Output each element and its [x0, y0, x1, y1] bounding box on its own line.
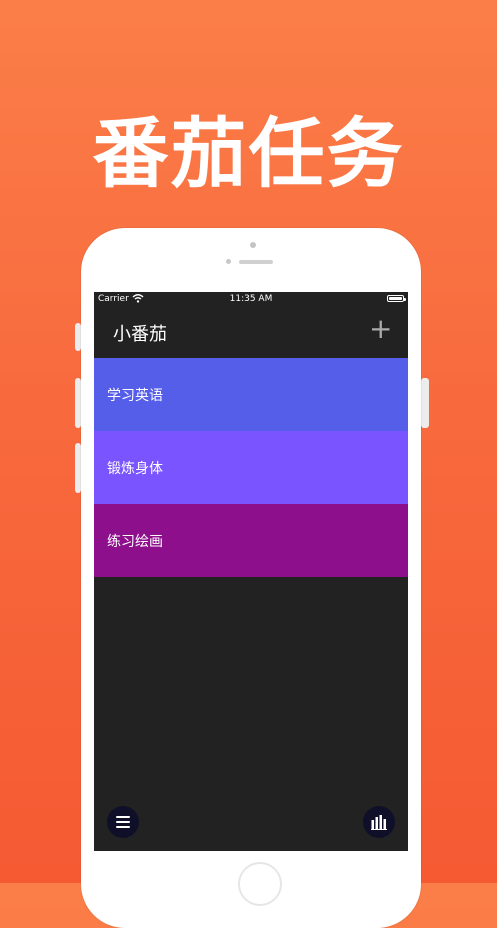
- app-screen: Carrier 11:35 AM 小番茄 + 学习英语 锻炼身体 练习绘画: [94, 292, 408, 851]
- menu-button[interactable]: [107, 806, 139, 838]
- task-item[interactable]: 学习英语: [94, 358, 408, 431]
- front-camera: [250, 242, 256, 248]
- promo-headline: 番茄任务: [92, 109, 405, 198]
- status-bar: Carrier 11:35 AM: [94, 292, 408, 308]
- task-item[interactable]: 锻炼身体: [94, 431, 408, 504]
- home-button: [238, 862, 282, 906]
- stats-button[interactable]: [363, 806, 395, 838]
- task-label: 练习绘画: [107, 533, 163, 550]
- proximity-sensor: [226, 259, 231, 264]
- nav-title: 小番茄: [113, 324, 167, 345]
- task-label: 学习英语: [107, 387, 163, 404]
- add-task-button[interactable]: +: [369, 315, 392, 343]
- hamburger-menu-icon: [116, 816, 130, 828]
- phone-power-button: [421, 378, 429, 428]
- task-label: 锻炼身体: [107, 460, 163, 477]
- task-item[interactable]: 练习绘画: [94, 504, 408, 577]
- status-time: 11:35 AM: [229, 294, 273, 304]
- nav-bar: 小番茄 +: [94, 308, 408, 358]
- bar-chart-icon: [371, 815, 387, 830]
- earpiece-speaker: [239, 260, 273, 264]
- battery-icon: [387, 295, 406, 302]
